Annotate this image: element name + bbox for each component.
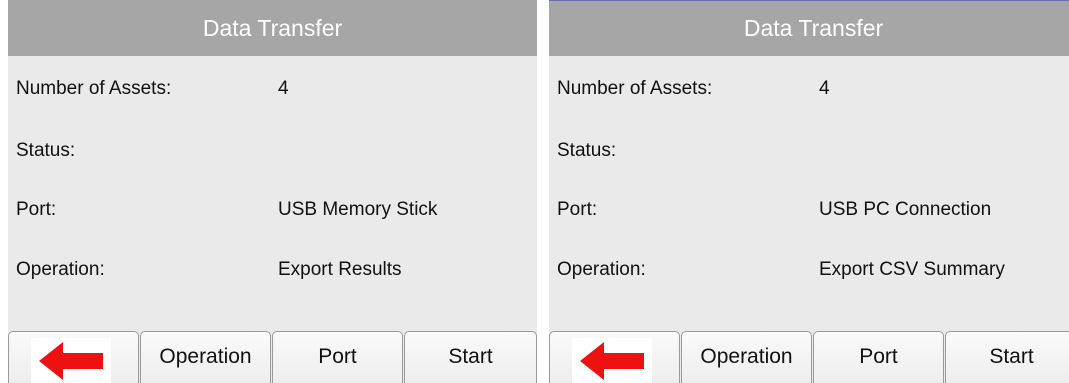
number-of-assets-label: Number of Assets: [557,78,713,99]
status-label: Status: [557,140,617,161]
left-arrow-icon [39,342,103,380]
operation-button[interactable]: Operation [140,331,271,383]
number-of-assets-value: 4 [819,78,830,99]
panel-title: Data Transfer [549,0,1069,56]
back-button[interactable] [8,331,139,383]
status-label: Status: [16,140,76,161]
number-of-assets-label: Number of Assets: [16,78,172,99]
port-value: USB Memory Stick [278,199,438,220]
panel-top-border [549,0,1069,1]
number-of-assets-value: 4 [278,78,289,99]
operation-label: Operation: [557,259,646,280]
back-icon-background [572,338,652,383]
left-arrow-icon [580,342,644,380]
start-button[interactable]: Start [945,331,1069,383]
start-button[interactable]: Start [404,331,537,383]
port-button[interactable]: Port [272,331,403,383]
data-transfer-panel-left: Data Transfer Number of Assets: 4 Status… [8,0,537,383]
operation-label: Operation: [16,259,105,280]
port-label: Port: [16,199,57,220]
panel-title: Data Transfer [8,0,537,56]
back-icon-background [31,338,111,383]
port-value: USB PC Connection [819,199,992,220]
operation-button[interactable]: Operation [681,331,812,383]
operation-value: Export CSV Summary [819,259,1005,280]
port-button[interactable]: Port [813,331,944,383]
data-transfer-panel-right: Data Transfer Number of Assets: 4 Status… [549,0,1069,383]
port-label: Port: [557,199,598,220]
operation-value: Export Results [278,259,402,280]
back-button[interactable] [549,331,680,383]
